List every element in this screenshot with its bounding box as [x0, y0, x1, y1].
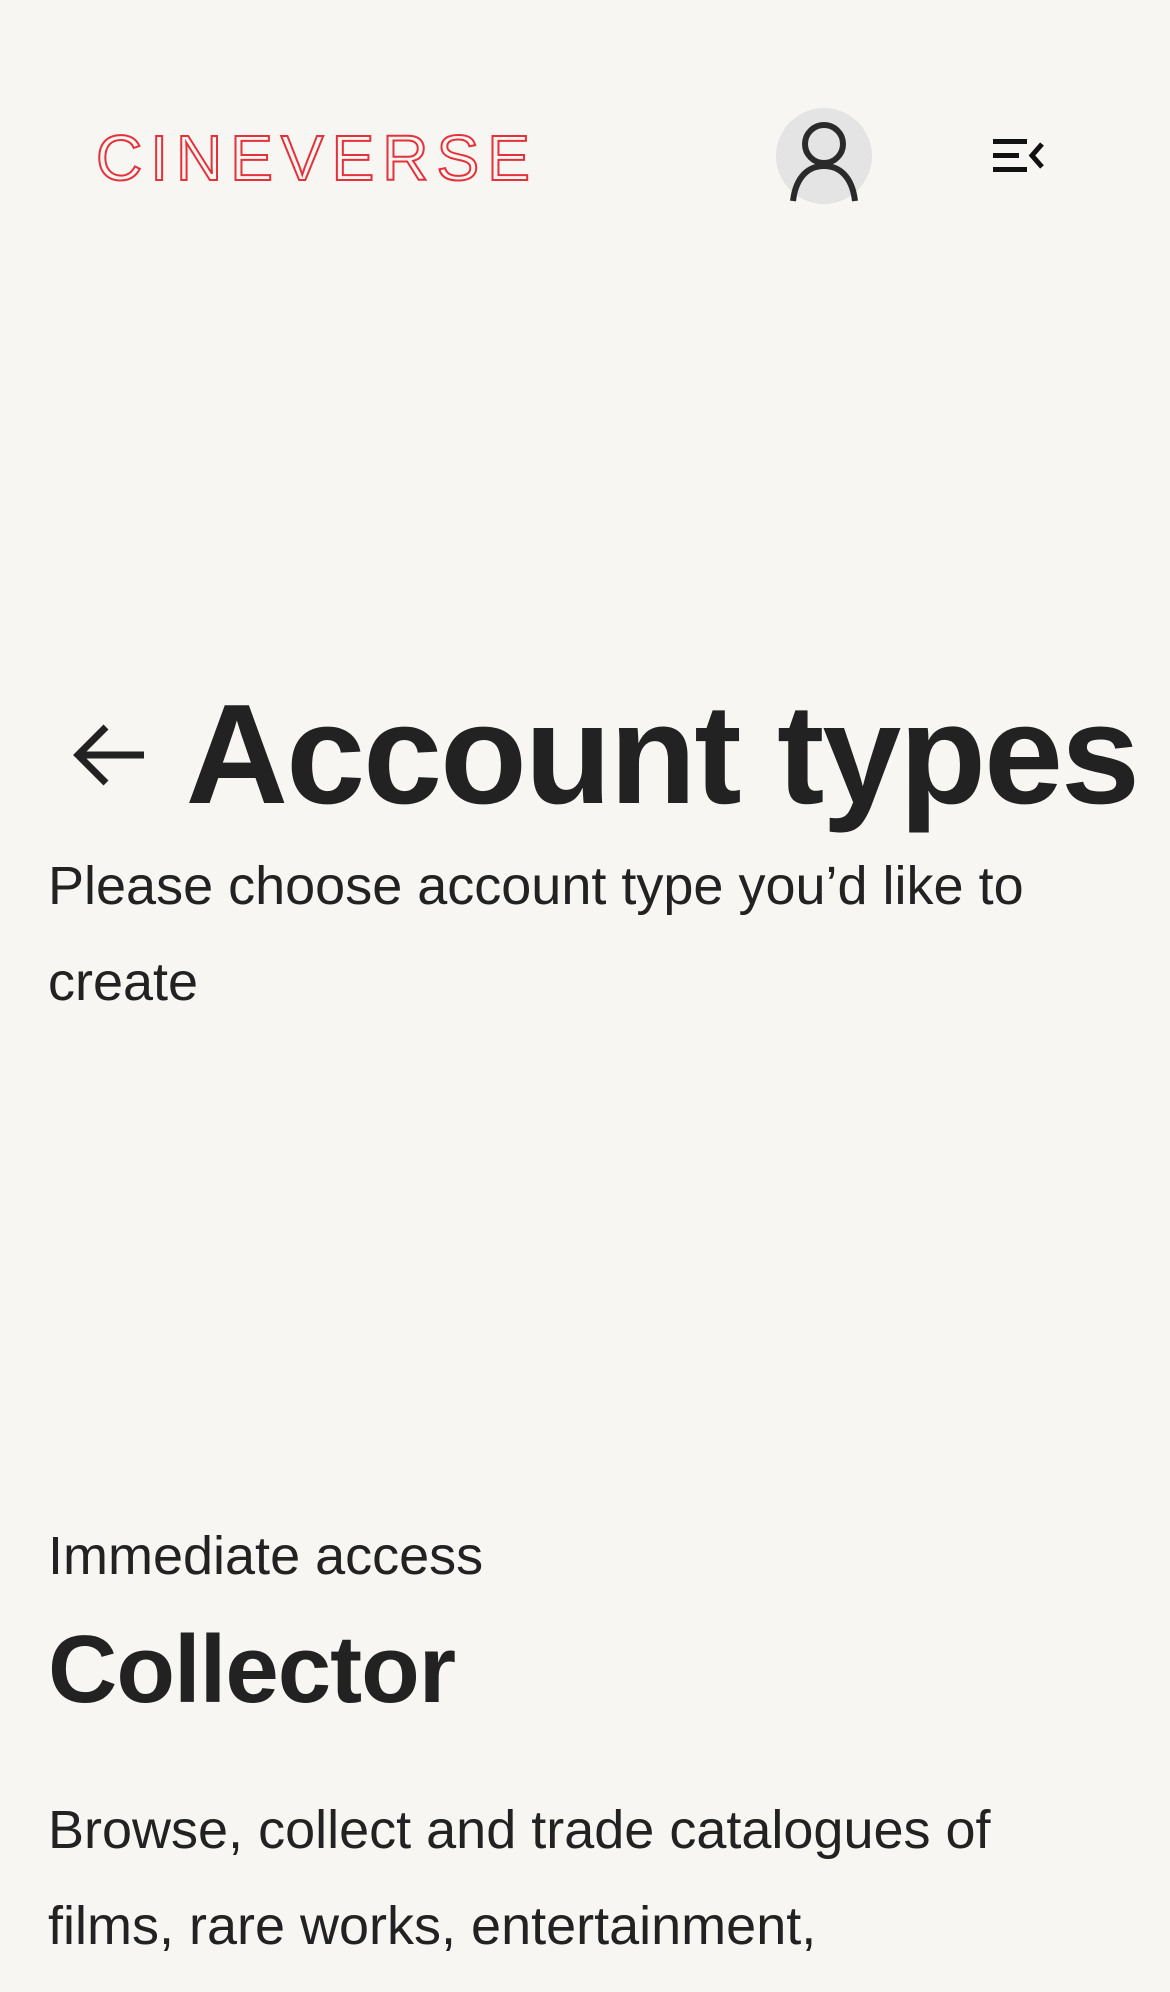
account-type-card-collector[interactable]: Immediate access Collector Browse, colle…: [48, 1516, 1128, 1992]
arrow-left-icon: [72, 724, 144, 786]
back-button[interactable]: [56, 700, 164, 810]
account-type-description: Browse, collect and trade catalogues of …: [48, 1800, 991, 1956]
account-type-eyebrow: Immediate access: [48, 1526, 484, 1586]
account-type-name: Collector: [48, 1616, 456, 1723]
page-title: Account types: [185, 675, 1140, 834]
cineverse-logo[interactable]: CINEVERSE: [96, 118, 556, 192]
page: CINEVERSE Account types Please choose ac…: [0, 0, 1170, 1992]
menu-collapse-icon: [993, 139, 1044, 172]
menu-button[interactable]: [988, 130, 1048, 182]
user-icon: [790, 122, 858, 202]
top-header: CINEVERSE: [0, 0, 1170, 315]
account-avatar-button[interactable]: [776, 108, 872, 204]
page-subtitle: Please choose account type you’d like to…: [48, 856, 1024, 1012]
title-row: Account types: [48, 675, 1140, 834]
logo-text: CINEVERSE: [96, 122, 538, 192]
